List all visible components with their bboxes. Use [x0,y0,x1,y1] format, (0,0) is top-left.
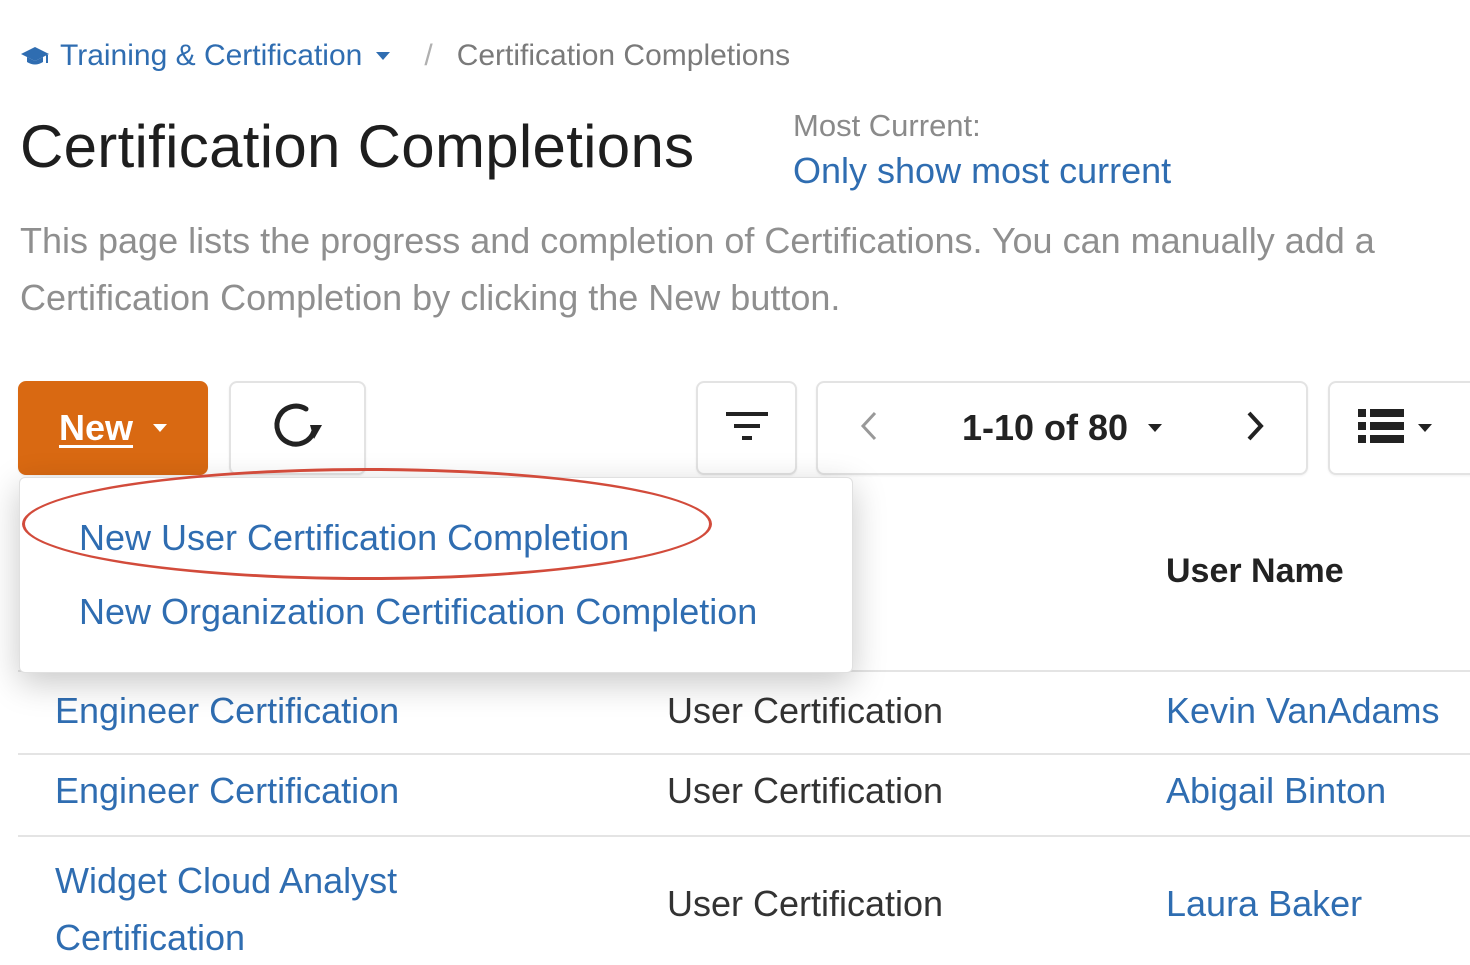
breadcrumb: Training & Certification / Certification… [20,36,790,76]
breadcrumb-parent-label: Training & Certification [60,39,363,72]
row-2-certification-link[interactable]: Engineer Certification [55,770,399,812]
breadcrumb-separator: / [424,39,433,72]
row-2-type: User Certification [667,770,944,811]
row-3-type: User Certification [667,883,944,924]
row-3-user-link[interactable]: Laura Baker [1166,883,1362,925]
row-3-certification-link[interactable]: Widget Cloud Analyst Certification [55,852,475,965]
column-header-user-name[interactable]: User Name [1166,552,1344,591]
row-1-type: User Certification [667,690,944,731]
menu-item-new-organization-certification-completion[interactable]: New Organization Certification Completio… [79,591,757,633]
breadcrumb-parent-link[interactable]: Training & Certification [60,39,391,73]
row-2-user-link[interactable]: Abigail Binton [1166,770,1386,812]
row-divider [18,835,1470,837]
chevron-left-icon[interactable] [858,409,880,448]
page-range-label: 1-10 of 80 [961,407,1129,448]
chevron-down-icon [153,424,168,432]
chevron-down-icon [376,52,391,60]
row-divider [18,753,1470,755]
menu-item-new-user-certification-completion[interactable]: New User Certification Completion [79,517,629,559]
filter-icon [724,408,770,449]
new-button-label: New [58,407,134,448]
list-view-icon [1356,406,1406,451]
new-dropdown-menu: New User Certification Completion New Or… [19,477,853,673]
page-title: Certification Completions [20,113,695,180]
new-button[interactable]: New [18,381,208,475]
row-1-certification-link[interactable]: Engineer Certification [55,690,399,732]
refresh-icon [270,401,326,456]
most-current-label: Most Current: [793,108,981,143]
pagination-control: 1-10 of 80 [816,381,1308,475]
chevron-down-icon [1418,424,1432,432]
filter-button[interactable] [696,381,797,475]
refresh-button[interactable] [229,381,366,475]
graduation-cap-icon [20,44,50,68]
breadcrumb-current: Certification Completions [456,39,791,72]
row-1-user-link[interactable]: Kevin VanAdams [1166,690,1439,732]
chevron-right-icon[interactable] [1244,409,1266,448]
view-mode-button[interactable] [1328,381,1470,475]
chevron-down-icon [1148,424,1163,432]
page-range-dropdown[interactable]: 1-10 of 80 [961,407,1163,449]
most-current-toggle-link[interactable]: Only show most current [793,150,1171,192]
page-description: This page lists the progress and complet… [20,220,1375,318]
